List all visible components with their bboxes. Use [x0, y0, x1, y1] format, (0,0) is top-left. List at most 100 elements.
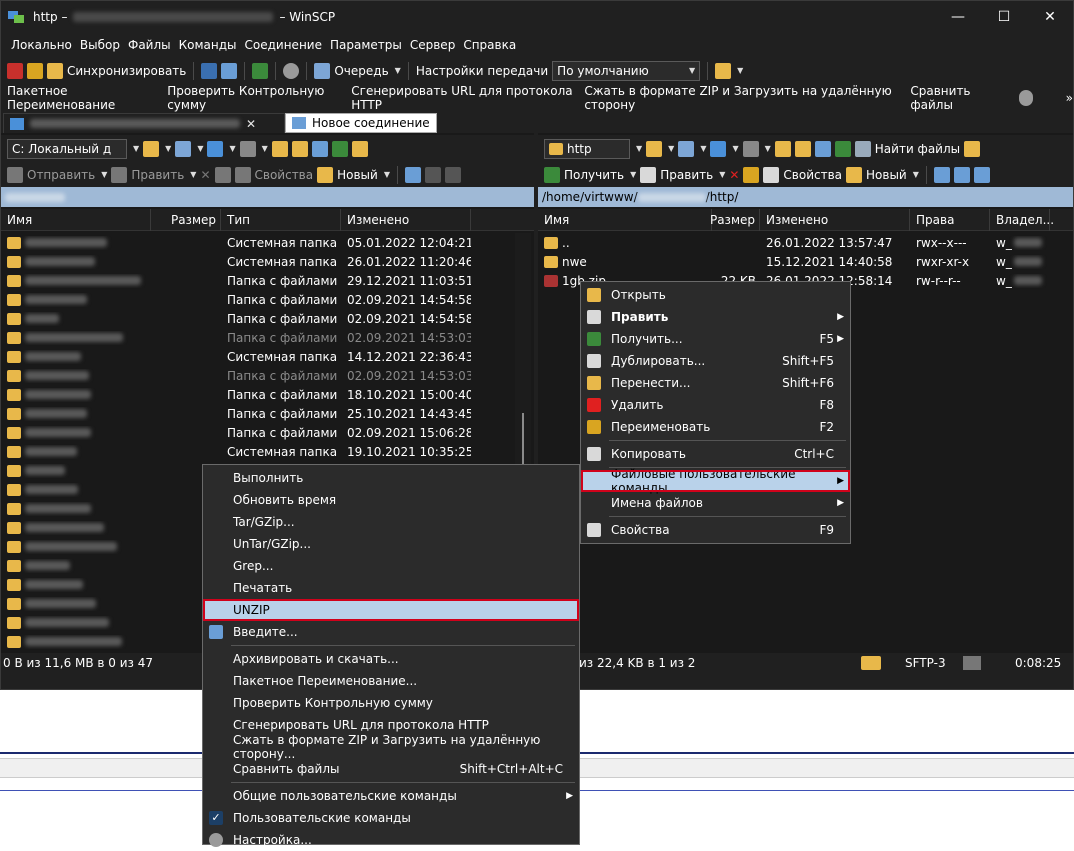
- unselect-icon[interactable]: [424, 166, 441, 183]
- col-owner[interactable]: Владел...: [990, 208, 1054, 231]
- col-size[interactable]: Размер: [710, 208, 760, 231]
- maximize-button[interactable]: ☐: [981, 1, 1027, 33]
- properties-button[interactable]: Свойства: [783, 168, 842, 182]
- select-all-icon[interactable]: [933, 166, 950, 183]
- edit-button[interactable]: Править: [660, 168, 713, 182]
- menu-item-file-names[interactable]: Имена файлов ▶: [581, 492, 850, 514]
- menu-files[interactable]: Файлы: [124, 38, 175, 52]
- table-row[interactable]: Папка с файлами 29.12.2021 11:03:51: [1, 271, 521, 290]
- filter-icon[interactable]: [678, 140, 695, 157]
- submenu-item-configure[interactable]: Настройка...: [203, 829, 579, 851]
- properties-button[interactable]: Свойства: [255, 168, 314, 182]
- col-name[interactable]: Имя: [1, 208, 151, 231]
- submenu-item-zip-upload[interactable]: Сжать в формате ZIP и Загрузить на удалё…: [203, 733, 579, 761]
- gear-icon[interactable]: [283, 62, 300, 79]
- menu-item-delete[interactable]: Удалить F8: [581, 394, 850, 416]
- home-icon[interactable]: [814, 140, 831, 157]
- refresh-icon[interactable]: [331, 140, 348, 157]
- submenu-item-archive-download[interactable]: Архивировать и скачать...: [203, 648, 579, 670]
- sync-browse-icon[interactable]: [27, 62, 43, 79]
- submenu-item-grep[interactable]: Grep...: [203, 555, 579, 577]
- rename-icon[interactable]: [214, 166, 231, 183]
- menu-item-copy[interactable]: Копировать Ctrl+C: [581, 443, 850, 465]
- local-path-bar[interactable]: [1, 187, 534, 207]
- submenu-item-tar-gzip[interactable]: Tar/GZip...: [203, 511, 579, 533]
- home-icon[interactable]: [311, 140, 328, 157]
- back-icon[interactable]: [207, 140, 224, 157]
- synchronize-icon[interactable]: [47, 62, 63, 79]
- menu-server[interactable]: Сервер: [406, 38, 459, 52]
- menu-commands[interactable]: Команды: [175, 38, 241, 52]
- menu-connection[interactable]: Соединение: [241, 38, 326, 52]
- folder-open-icon[interactable]: [646, 140, 663, 157]
- delete-icon[interactable]: ✕: [729, 168, 739, 182]
- submenu-item-enter[interactable]: Введите...: [203, 621, 579, 643]
- refresh-icon[interactable]: [252, 62, 269, 79]
- chevron-right-icon[interactable]: »: [1066, 91, 1073, 105]
- table-row[interactable]: Системная папка 26.01.2022 11:20:46: [1, 252, 521, 271]
- chevron-down-icon[interactable]: ▼: [133, 144, 139, 153]
- transfer-preset-icon[interactable]: [715, 62, 732, 79]
- transfer-settings-select[interactable]: По умолчанию ▼: [552, 60, 701, 81]
- submenu-item-print[interactable]: Печатать: [203, 577, 579, 599]
- table-row[interactable]: Папка с файлами 02.09.2021 14:54:58: [1, 290, 521, 309]
- parent-dir-icon[interactable]: [271, 140, 288, 157]
- submenu-item-compare-files[interactable]: Сравнить файлы Shift+Ctrl+Alt+C: [203, 758, 579, 780]
- menu-item-move[interactable]: Перенести... Shift+F6: [581, 372, 850, 394]
- submenu-item-touch[interactable]: Обновить время: [203, 489, 579, 511]
- tab-new-connection[interactable]: Новое соединение: [285, 113, 437, 133]
- forward-icon[interactable]: [742, 140, 759, 157]
- chevron-down-icon[interactable]: ▼: [737, 66, 743, 75]
- checksum-button[interactable]: Проверить Контрольную сумму: [167, 84, 342, 112]
- remote-dir-select[interactable]: http: [544, 138, 630, 159]
- console-icon[interactable]: [201, 62, 218, 79]
- submenu-item-custom-commands[interactable]: ✓ Пользовательские команды: [203, 807, 579, 829]
- col-name[interactable]: Имя: [538, 208, 712, 231]
- table-row[interactable]: .. 26.01.2022 13:57:47 rwx--x--- w_: [538, 233, 1058, 252]
- table-row[interactable]: Папка с файлами 18.10.2021 15:00:40: [1, 385, 521, 404]
- synchronize-button[interactable]: Синхронизировать: [67, 64, 186, 78]
- minimize-button[interactable]: —: [935, 1, 981, 33]
- parent-dir-icon[interactable]: [774, 140, 791, 157]
- bookmarks-icon[interactable]: [964, 140, 981, 157]
- menu-item-properties[interactable]: Свойства F9: [581, 519, 850, 541]
- root-dir-icon[interactable]: [291, 140, 308, 157]
- unselect-icon[interactable]: [953, 166, 970, 183]
- new-button[interactable]: Новый: [337, 168, 378, 182]
- folder-open-icon[interactable]: [143, 140, 160, 157]
- menu-item-rename[interactable]: Переименовать F2: [581, 416, 850, 438]
- local-drive-select[interactable]: C: Локальный д: [7, 138, 127, 159]
- compare-files-button[interactable]: Сравнить файлы: [910, 84, 1003, 112]
- refresh-icon[interactable]: [834, 140, 851, 157]
- col-modified[interactable]: Изменено: [760, 208, 910, 231]
- col-modified[interactable]: Изменено: [341, 208, 471, 231]
- table-row[interactable]: Системная папка 19.10.2021 10:35:25: [1, 442, 521, 461]
- col-type[interactable]: Тип: [221, 208, 341, 231]
- table-row[interactable]: Системная папка 14.12.2021 22:36:43: [1, 347, 521, 366]
- col-size[interactable]: Размер: [151, 208, 221, 231]
- menu-select[interactable]: Выбор: [76, 38, 124, 52]
- batch-rename-button[interactable]: Пакетное Переименование: [7, 84, 158, 112]
- tab-current-session[interactable]: ✕: [3, 113, 285, 133]
- delete-icon[interactable]: ✕: [200, 168, 210, 182]
- table-row[interactable]: nwe 15.12.2021 14:40:58 rwxr-xr-x w_: [538, 252, 1058, 271]
- table-row[interactable]: Папка с файлами 25.10.2021 14:43:45: [1, 404, 521, 423]
- table-row[interactable]: Папка с файлами 02.09.2021 15:06:28: [1, 423, 521, 442]
- chevron-down-icon[interactable]: ▼: [395, 66, 401, 75]
- menu-local[interactable]: Локально: [7, 38, 76, 52]
- generate-url-button[interactable]: Сгенерировать URL для протокола HTTP: [351, 84, 575, 112]
- forward-icon[interactable]: [239, 140, 256, 157]
- queue-icon[interactable]: [314, 62, 331, 79]
- submenu-item-unzip[interactable]: UNZIP: [203, 599, 579, 621]
- rename-icon[interactable]: [743, 166, 760, 183]
- table-row[interactable]: Папка с файлами 02.09.2021 14:54:58: [1, 309, 521, 328]
- table-row[interactable]: Папка с файлами 02.09.2021 14:53:03: [1, 328, 521, 347]
- find-files-button[interactable]: Найти файлы: [875, 142, 960, 156]
- edit-button[interactable]: Править: [131, 168, 184, 182]
- select-all-icon[interactable]: [404, 166, 421, 183]
- menu-options[interactable]: Параметры: [326, 38, 406, 52]
- col-rights[interactable]: Права: [910, 208, 990, 231]
- menu-item-open[interactable]: Открыть: [581, 284, 850, 306]
- menu-item-edit[interactable]: Править ▶: [581, 306, 850, 328]
- back-icon[interactable]: [710, 140, 727, 157]
